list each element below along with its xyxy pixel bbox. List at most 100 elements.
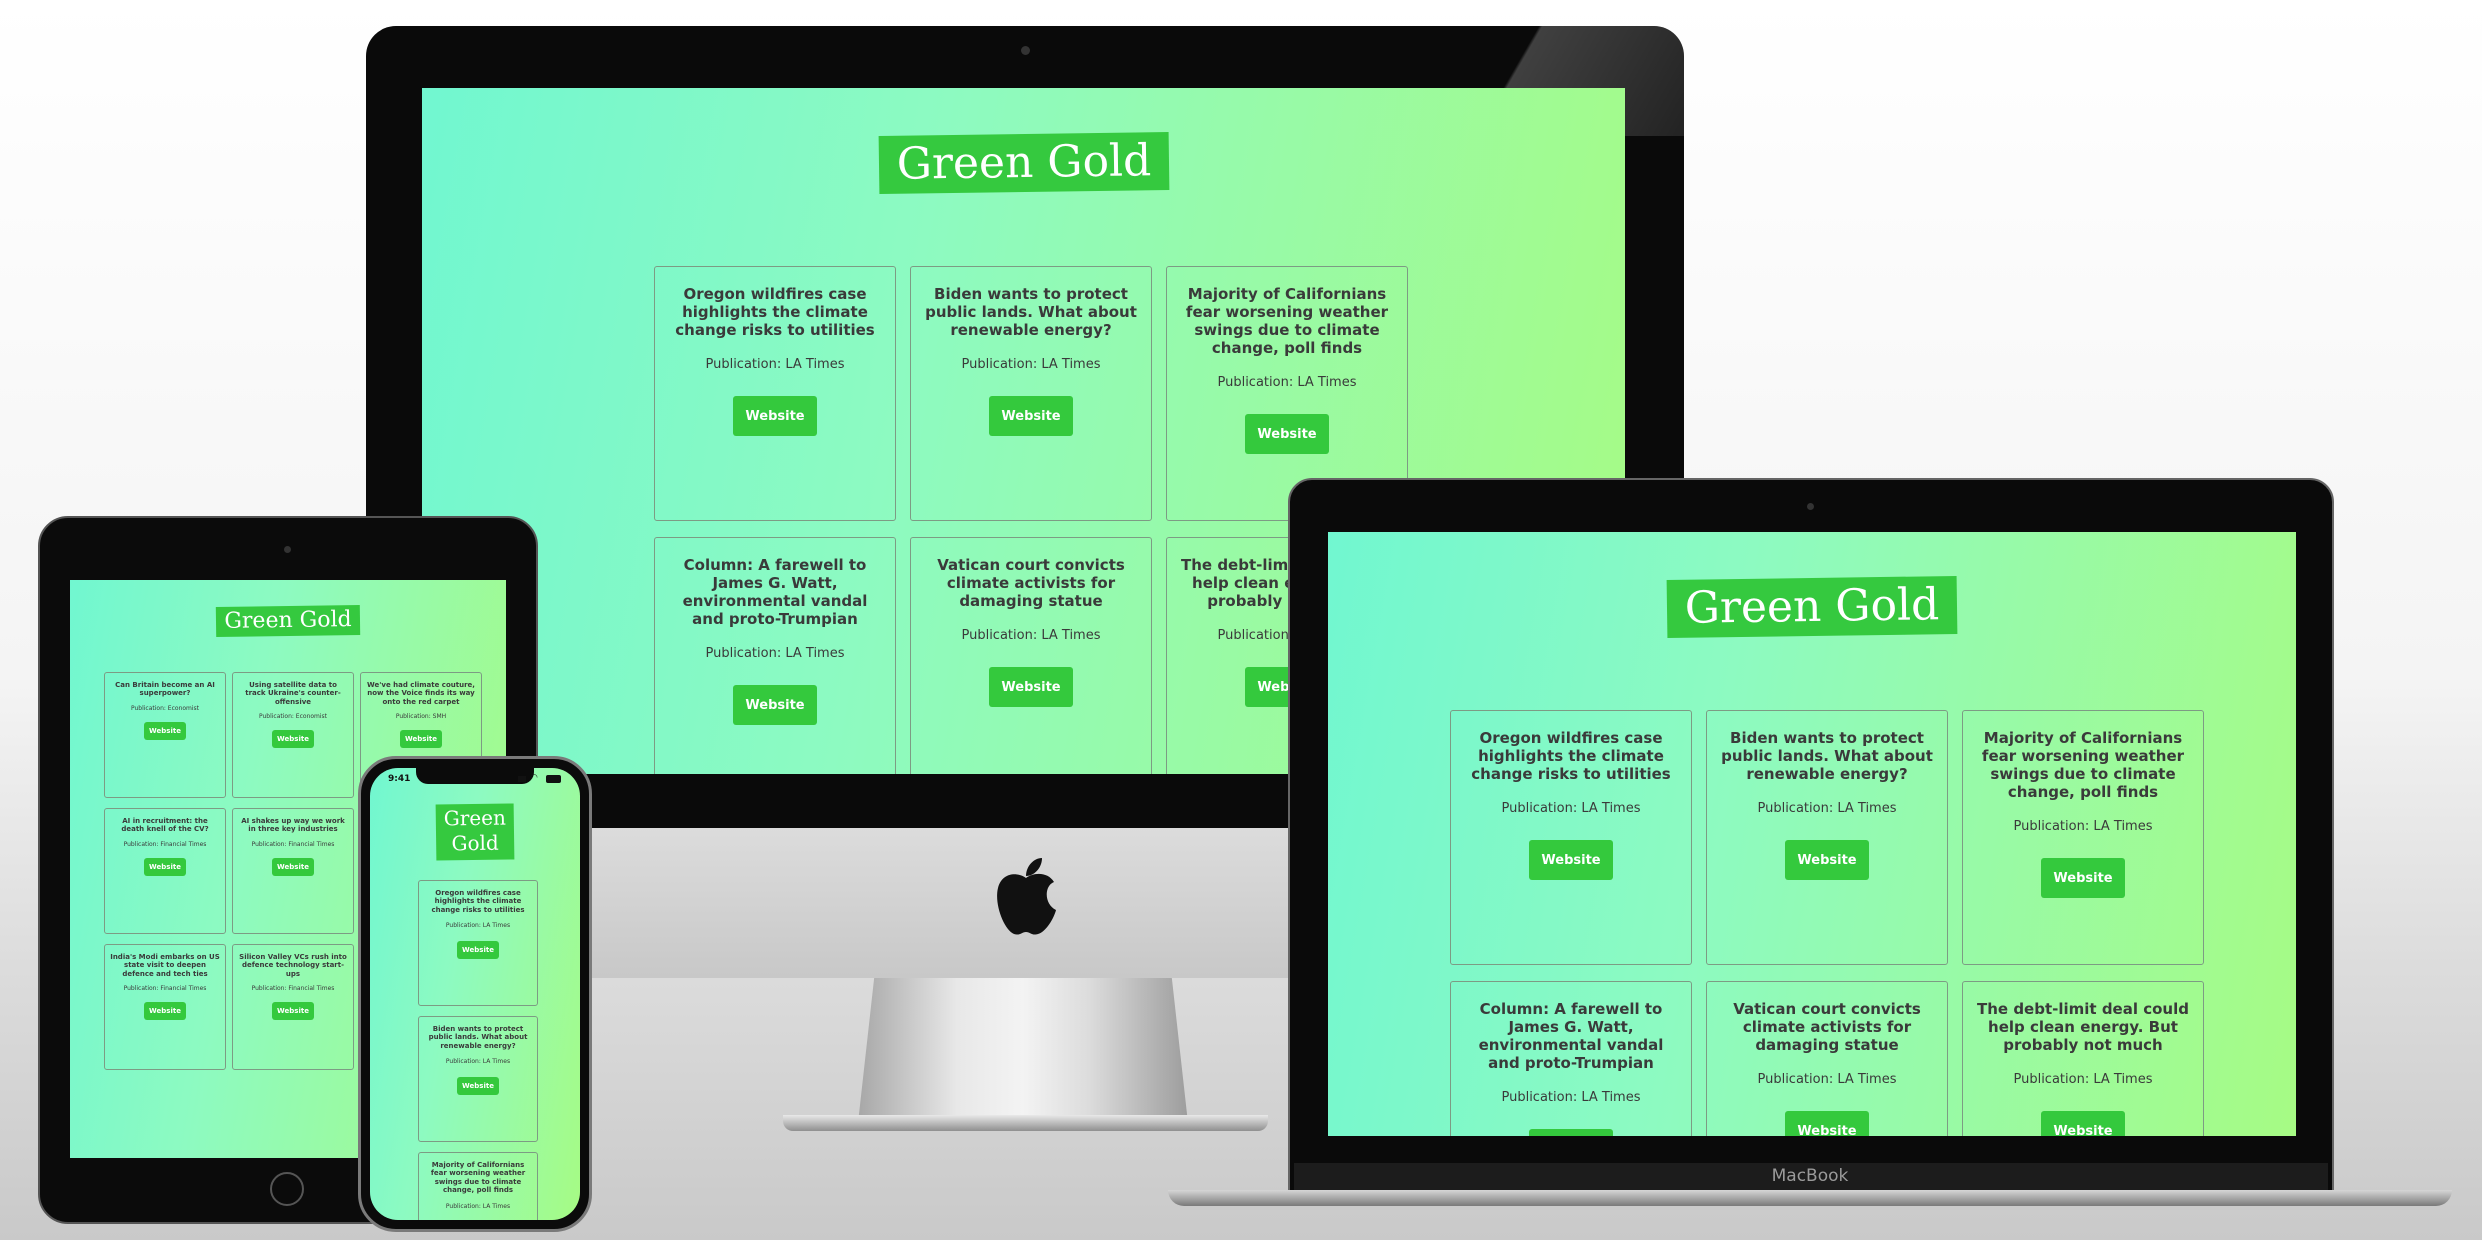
website-button[interactable]: Website	[144, 722, 186, 740]
laptop-screen: Green Gold Oregon wildfires case highlig…	[1328, 532, 2296, 1136]
website-button[interactable]: Website	[2041, 1111, 2125, 1136]
card-title: AI shakes up way we work in three key in…	[241, 817, 345, 834]
card-title: Biden wants to protect public lands. Wha…	[1721, 729, 1933, 783]
card-publication: Publication: Economist	[130, 704, 200, 712]
card-title: Oregon wildfires case highlights the cli…	[431, 889, 525, 914]
website-button[interactable]: Website	[272, 858, 314, 876]
news-card: Vatican court convicts climate activists…	[910, 537, 1152, 774]
card-publication: Publication: LA Times	[961, 357, 1101, 372]
camera-icon	[1021, 46, 1030, 55]
card-publication: Publication: LA Times	[705, 357, 845, 372]
card-publication: Publication: LA Times	[1501, 801, 1641, 816]
card-publication: Publication: Financial Times	[251, 985, 335, 993]
website-button[interactable]: Website	[272, 1002, 314, 1020]
card-title: Column: A farewell to James G. Watt, env…	[1478, 1000, 1664, 1072]
website-button[interactable]: Website	[457, 1077, 499, 1095]
website-button[interactable]: Website	[144, 858, 186, 876]
website-button[interactable]: Website	[400, 730, 442, 748]
card-publication: Publication: LA Times	[1757, 1072, 1897, 1087]
site-title: Green Gold	[1666, 575, 1958, 639]
battery-icon	[546, 775, 561, 783]
website-button[interactable]: Website	[1529, 840, 1613, 880]
imac-stand	[858, 975, 1188, 1123]
card-title: Oregon wildfires case highlights the cli…	[675, 285, 875, 339]
signal-icon	[518, 776, 526, 782]
card-title: AI in recruitment: the death knell of th…	[121, 817, 209, 834]
card-publication: Publication: LA Times	[445, 1202, 511, 1210]
news-card: Vatican court convicts climate activists…	[1706, 981, 1948, 1136]
title-line-2: Gold	[451, 830, 499, 856]
website-button[interactable]: Website	[144, 1002, 186, 1020]
card-title: India's Modi embarks on US state visit t…	[110, 953, 220, 978]
card-publication: Publication: SMH	[395, 713, 447, 721]
card-publication: Publication: Financial Times	[123, 840, 207, 848]
card-title: Majority of Californians fear worsening …	[430, 1161, 526, 1195]
news-card: India's Modi embarks on US state visit t…	[104, 944, 226, 1070]
news-card: The debt-limit deal could help clean ene…	[1962, 981, 2204, 1136]
card-title: Can Britain become an AI superpower?	[115, 681, 215, 698]
card-publication: Publication: LA Times	[1501, 1090, 1641, 1105]
news-card: Can Britain become an AI superpower? Publ…	[104, 672, 226, 798]
website-button[interactable]: Website	[1529, 1129, 1613, 1136]
laptop-brand-label: MacBook	[1771, 1166, 1849, 1186]
news-card: Silicon Valley VCs rush into defence tec…	[232, 944, 354, 1070]
card-title: Majority of Californians fear worsening …	[1185, 285, 1389, 357]
card-title: Silicon Valley VCs rush into defence tec…	[239, 953, 347, 978]
card-publication: Publication: Financial Times	[123, 985, 207, 993]
website-button[interactable]: Website	[989, 396, 1073, 436]
card-publication: Publication: LA Times	[445, 922, 511, 930]
news-card: Using satellite data to track Ukraine's …	[232, 672, 354, 798]
imac-stand-base	[783, 1115, 1268, 1131]
apple-logo-icon	[997, 858, 1056, 935]
news-card: Biden wants to protect public lands. Wha…	[1706, 710, 1948, 965]
news-card: AI shakes up way we work in three key in…	[232, 808, 354, 934]
card-publication: Publication: LA Times	[705, 646, 845, 661]
card-publication: Publication: Economist	[258, 713, 328, 721]
card-title: Vatican court convicts climate activists…	[937, 556, 1125, 610]
news-card: Biden wants to protect public lands. Wha…	[418, 1016, 538, 1142]
card-publication: Publication: LA Times	[2013, 819, 2153, 834]
card-title: Oregon wildfires case highlights the cli…	[1471, 729, 1671, 783]
news-card: Oregon wildfires case highlights the cli…	[418, 880, 538, 1006]
news-card: Column: A farewell to James G. Watt, env…	[1450, 981, 1692, 1136]
card-title: Majority of Californians fear worsening …	[1981, 729, 2185, 801]
laptop-base	[1168, 1190, 2452, 1206]
card-publication: Publication: LA Times	[445, 1058, 511, 1066]
card-publication: Publication: Financial Times	[251, 840, 335, 848]
news-card: Majority of Californians fear worsening …	[418, 1152, 538, 1220]
website-button[interactable]: Website	[272, 730, 314, 748]
website-button[interactable]: Website	[989, 667, 1073, 707]
card-title: We've had climate couture, now the Voice…	[367, 681, 475, 706]
card-title: Using satellite data to track Ukraine's …	[245, 681, 341, 706]
camera-icon	[1807, 503, 1814, 510]
card-title: The debt-limit deal could help clean ene…	[1977, 1000, 2189, 1054]
iphone-screen: 9:41 ◠ Green Gold Oregon wildfires case …	[370, 768, 580, 1220]
news-card: AI in recruitment: the death knell of th…	[104, 808, 226, 934]
wifi-icon: ◠	[530, 773, 538, 783]
site-title: Green Gold	[215, 604, 361, 638]
card-title: Vatican court convicts climate activists…	[1733, 1000, 1921, 1054]
card-publication: Publication: LA Times	[2013, 1072, 2153, 1087]
card-publication: Publication: LA Times	[961, 628, 1101, 643]
news-card: Biden wants to protect public lands. Wha…	[910, 266, 1152, 521]
site-title: Green Gold	[878, 131, 1169, 195]
card-title: Column: A farewell to James G. Watt, env…	[682, 556, 868, 628]
news-card: Oregon wildfires case highlights the cli…	[1450, 710, 1692, 965]
notch	[416, 768, 534, 784]
card-publication: Publication: LA Times	[1217, 375, 1357, 390]
website-button[interactable]: Website	[457, 941, 499, 959]
website-button[interactable]: Website	[1245, 414, 1329, 454]
status-time: 9:41	[388, 774, 411, 784]
website-button[interactable]: Website	[733, 396, 817, 436]
website-button[interactable]: Website	[733, 685, 817, 725]
mockup-background: { "site": { "title": "Green Gold", "butt…	[0, 0, 2482, 1240]
site-title: Green Gold	[435, 803, 515, 861]
website-button[interactable]: Website	[2041, 858, 2125, 898]
website-button[interactable]: Website	[1785, 1111, 1869, 1136]
news-card: Column: A farewell to James G. Watt, env…	[654, 537, 896, 774]
card-title: Biden wants to protect public lands. Wha…	[925, 285, 1137, 339]
news-card: Oregon wildfires case highlights the cli…	[654, 266, 896, 521]
title-line-1: Green	[443, 805, 507, 831]
website-button[interactable]: Website	[1785, 840, 1869, 880]
card-publication: Publication: LA Times	[1757, 801, 1897, 816]
